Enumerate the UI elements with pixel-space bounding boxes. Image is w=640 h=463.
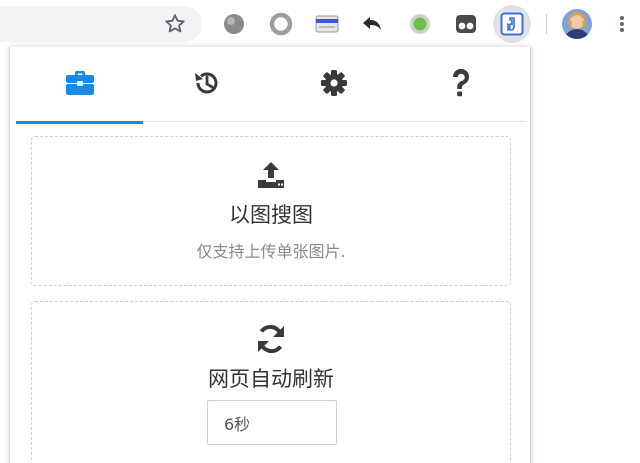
- star-outline-icon[interactable]: [163, 12, 187, 36]
- upload-icon: [32, 161, 510, 189]
- globe-icon[interactable]: [222, 12, 246, 36]
- extension-popup: 以图搜图 仅支持上传单张图片. 网页自动刷新: [9, 47, 531, 463]
- image-search-card[interactable]: 以图搜图 仅支持上传单张图片.: [31, 136, 511, 286]
- toolbar-divider: [546, 14, 547, 34]
- tab-settings[interactable]: [270, 47, 397, 122]
- tab-history[interactable]: [143, 47, 270, 122]
- music-note-icon[interactable]: [500, 12, 524, 36]
- tab-tools[interactable]: [16, 47, 143, 124]
- refresh-interval-input[interactable]: [207, 400, 337, 445]
- browser-toolbar: [0, 0, 640, 48]
- user-avatar[interactable]: [562, 9, 592, 39]
- ring-icon[interactable]: [269, 12, 293, 36]
- question-icon: [450, 68, 472, 102]
- undo-arrow-icon[interactable]: [361, 12, 385, 36]
- image-search-subtitle: 仅支持上传单张图片.: [196, 242, 346, 261]
- auto-refresh-title: 网页自动刷新: [208, 367, 334, 391]
- card-icon[interactable]: [315, 12, 339, 36]
- refresh-icon[interactable]: [32, 322, 510, 356]
- tab-help[interactable]: [397, 47, 524, 122]
- vertical-dots-icon[interactable]: [614, 12, 630, 36]
- gear-icon: [320, 69, 348, 101]
- green-dot-icon[interactable]: [408, 12, 432, 36]
- popup-tabs: [16, 47, 526, 124]
- toolbox-icon: [65, 70, 95, 100]
- two-eyes-icon[interactable]: [454, 12, 478, 36]
- auto-refresh-card: 网页自动刷新: [31, 301, 511, 463]
- history-icon: [192, 68, 222, 102]
- image-search-title: 以图搜图: [229, 203, 313, 227]
